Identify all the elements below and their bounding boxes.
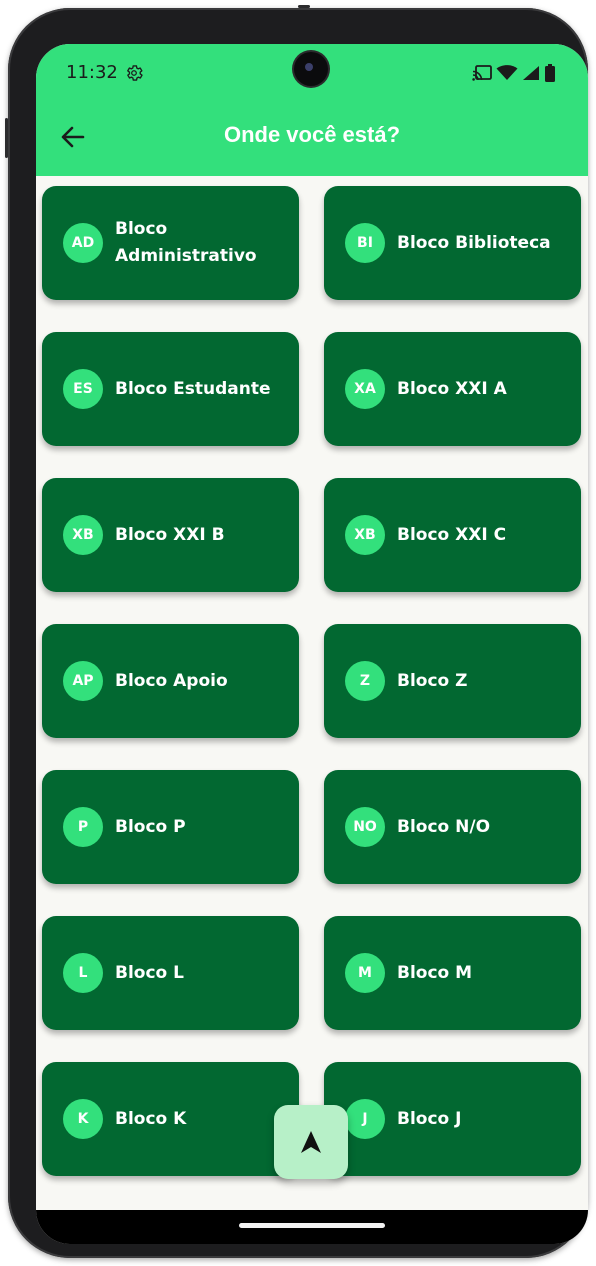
block-initials-badge: XB [345, 515, 385, 555]
block-initials-badge: K [63, 1099, 103, 1139]
block-initials-badge: AP [63, 661, 103, 701]
block-card[interactable]: J Bloco J [324, 1062, 581, 1176]
home-indicator[interactable] [239, 1223, 385, 1228]
block-label: Bloco XXI A [397, 378, 507, 399]
block-label: Bloco Administrativo [115, 219, 257, 266]
block-label: Bloco Estudante [115, 378, 271, 399]
block-label: Bloco XXI B [115, 524, 225, 545]
block-card[interactable]: P Bloco P [42, 770, 299, 884]
block-label: Bloco P [115, 816, 186, 837]
block-label: Bloco XXI C [397, 524, 507, 545]
status-time-label: 11:32 [66, 62, 118, 83]
block-card[interactable]: AD Bloco Administrativo [42, 186, 299, 300]
front-camera [294, 52, 328, 86]
system-nav-bar [36, 1210, 588, 1244]
block-label: Bloco Biblioteca [397, 232, 551, 253]
block-card[interactable]: AP Bloco Apoio [42, 624, 299, 738]
block-initials-badge: L [63, 953, 103, 993]
cast-icon [472, 65, 492, 81]
block-card[interactable]: XB Bloco XXI B [42, 478, 299, 592]
block-initials-badge: BI [345, 223, 385, 263]
app-bar: 11:32 Onde você está? [36, 44, 588, 176]
block-card[interactable]: XB Bloco XXI C [324, 478, 581, 592]
block-label: Bloco K [115, 1108, 187, 1129]
navigate-button[interactable] [274, 1105, 348, 1179]
block-card[interactable]: L Bloco L [42, 916, 299, 1030]
block-initials-badge: ES [63, 369, 103, 409]
volume-button [5, 118, 8, 158]
block-card[interactable]: ES Bloco Estudante [42, 332, 299, 446]
block-label: Bloco L [115, 962, 184, 983]
block-initials-badge: Z [345, 661, 385, 701]
block-label: Bloco Apoio [115, 670, 228, 691]
block-initials-badge: XB [63, 515, 103, 555]
block-card[interactable]: K Bloco K [42, 1062, 299, 1176]
block-initials-badge: XA [345, 369, 385, 409]
status-icons [472, 64, 556, 82]
block-label: Bloco M [397, 962, 473, 983]
block-initials-badge: M [345, 953, 385, 993]
signal-icon [523, 66, 539, 80]
block-card[interactable]: XA Bloco XXI A [324, 332, 581, 446]
status-time: 11:32 [66, 62, 144, 83]
settings-gear-icon [126, 64, 143, 81]
block-initials-badge: NO [345, 807, 385, 847]
page-title: Onde você está? [223, 122, 401, 147]
top-sensor [298, 5, 310, 8]
block-card[interactable]: M Bloco M [324, 916, 581, 1030]
wifi-icon [496, 65, 518, 80]
phone-frame: 11:32 Onde você está? AD Bloco Administr… [5, 5, 588, 1258]
block-card[interactable]: Z Bloco Z [324, 624, 581, 738]
navigation-arrow-icon [301, 1131, 321, 1153]
block-label: Bloco J [397, 1108, 462, 1129]
battery-icon [545, 64, 555, 82]
screen: 11:32 Onde você está? AD Bloco Administr… [36, 44, 588, 1244]
block-label: Bloco Z [397, 670, 468, 691]
block-card[interactable]: NO Bloco N/O [324, 770, 581, 884]
block-initials-badge: P [63, 807, 103, 847]
block-card[interactable]: BI Bloco Biblioteca [324, 186, 581, 300]
block-initials-badge: J [345, 1099, 385, 1139]
block-initials-badge: AD [63, 223, 103, 263]
block-label: Bloco N/O [397, 816, 491, 837]
